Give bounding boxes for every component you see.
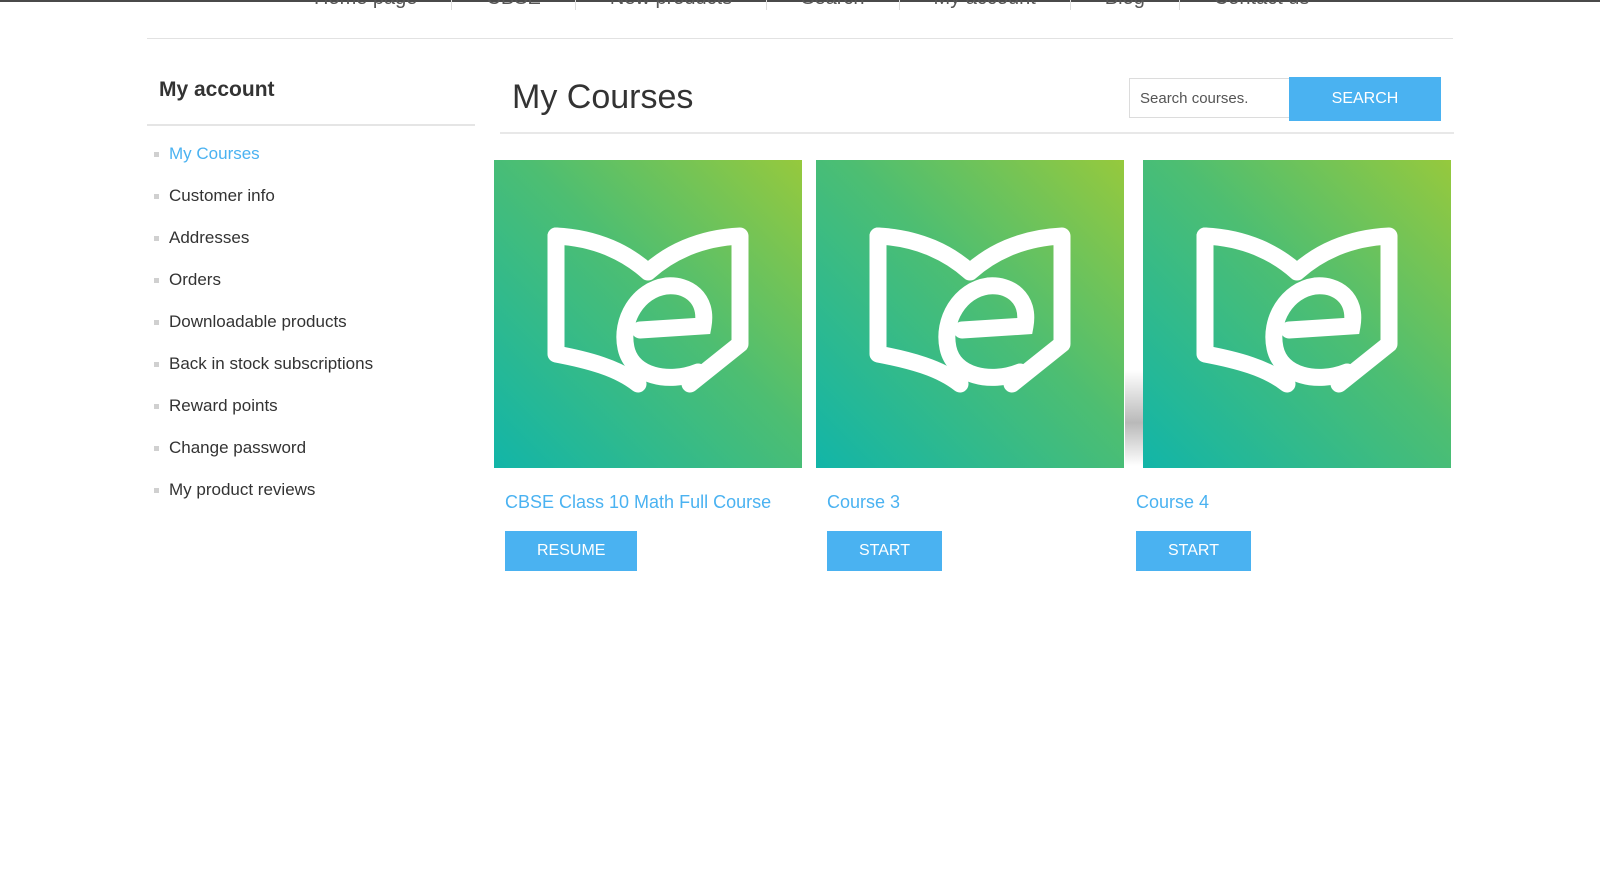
nav-item-blog[interactable]: Blog: [1071, 0, 1180, 10]
sidebar-item-label: Change password: [169, 438, 307, 457]
open-book-e-icon: [547, 227, 749, 393]
sidebar-item-label: Addresses: [169, 228, 250, 247]
sidebar-item-addresses[interactable]: Addresses: [147, 228, 475, 270]
course-search: SEARCH: [1129, 77, 1441, 121]
page-title: My Courses: [512, 78, 694, 116]
nav-item-home[interactable]: Home page: [280, 0, 453, 10]
sidebar-item-label: My product reviews: [169, 480, 316, 499]
course-title[interactable]: Course 4: [1136, 492, 1453, 513]
bullet-icon: [154, 278, 159, 283]
sidebar-item-orders[interactable]: Orders: [147, 270, 475, 312]
course-thumbnail[interactable]: [816, 160, 1124, 468]
course-card: CBSE Class 10 Math Full Course RESUME: [494, 160, 804, 571]
sidebar-item-downloadable-products[interactable]: Downloadable products: [147, 312, 475, 354]
start-button[interactable]: START: [1136, 531, 1251, 571]
top-navigation: Home page CBSE New products Search My ac…: [0, 0, 1600, 10]
sidebar-item-customer-info[interactable]: Customer info: [147, 186, 475, 228]
nav-item-new-products[interactable]: New products: [576, 0, 768, 10]
sidebar-item-change-password[interactable]: Change password: [147, 438, 475, 480]
sidebar-item-label: Customer info: [169, 186, 275, 205]
sidebar-menu: My Courses Customer info Addresses Order…: [147, 126, 475, 522]
nav-item-search[interactable]: Search: [767, 0, 900, 10]
sidebar-title: My account: [147, 78, 475, 126]
course-thumbnail[interactable]: [494, 160, 802, 468]
sidebar-item-back-in-stock[interactable]: Back in stock subscriptions: [147, 354, 475, 396]
account-sidebar: My account My Courses Customer info Addr…: [147, 78, 475, 522]
bullet-icon: [154, 152, 159, 157]
sidebar-item-label: Downloadable products: [169, 312, 347, 331]
nav-item-contact-us[interactable]: Contact us: [1180, 0, 1344, 10]
bullet-icon: [154, 194, 159, 199]
search-input[interactable]: [1129, 78, 1289, 118]
bullet-icon: [154, 488, 159, 493]
nav-item-cbse[interactable]: CBSE: [452, 0, 576, 10]
bullet-icon: [154, 404, 159, 409]
title-divider: [500, 132, 1454, 134]
bullet-icon: [154, 446, 159, 451]
bullet-icon: [154, 362, 159, 367]
sidebar-item-product-reviews[interactable]: My product reviews: [147, 480, 475, 522]
course-thumbnail[interactable]: [1143, 160, 1451, 468]
open-book-e-icon: [1196, 227, 1398, 393]
open-book-e-icon: [869, 227, 1071, 393]
header-divider: [147, 38, 1453, 39]
course-list: CBSE Class 10 Math Full Course RESUME Co…: [494, 160, 1480, 580]
start-button[interactable]: START: [827, 531, 942, 571]
course-card: Course 3 START: [816, 160, 1126, 571]
resume-button[interactable]: RESUME: [505, 531, 638, 571]
nav-item-my-account[interactable]: My account: [900, 0, 1071, 10]
course-title[interactable]: Course 3: [827, 492, 1126, 513]
sidebar-item-my-courses[interactable]: My Courses: [147, 144, 475, 186]
course-card: Course 4 START: [1136, 160, 1453, 571]
sidebar-item-reward-points[interactable]: Reward points: [147, 396, 475, 438]
course-title[interactable]: CBSE Class 10 Math Full Course: [505, 492, 804, 513]
sidebar-item-label: My Courses: [169, 144, 260, 163]
sidebar-item-label: Orders: [169, 270, 221, 289]
search-button[interactable]: SEARCH: [1289, 77, 1441, 121]
bullet-icon: [154, 236, 159, 241]
sidebar-item-label: Back in stock subscriptions: [169, 354, 374, 373]
bullet-icon: [154, 320, 159, 325]
sidebar-item-label: Reward points: [169, 396, 278, 415]
